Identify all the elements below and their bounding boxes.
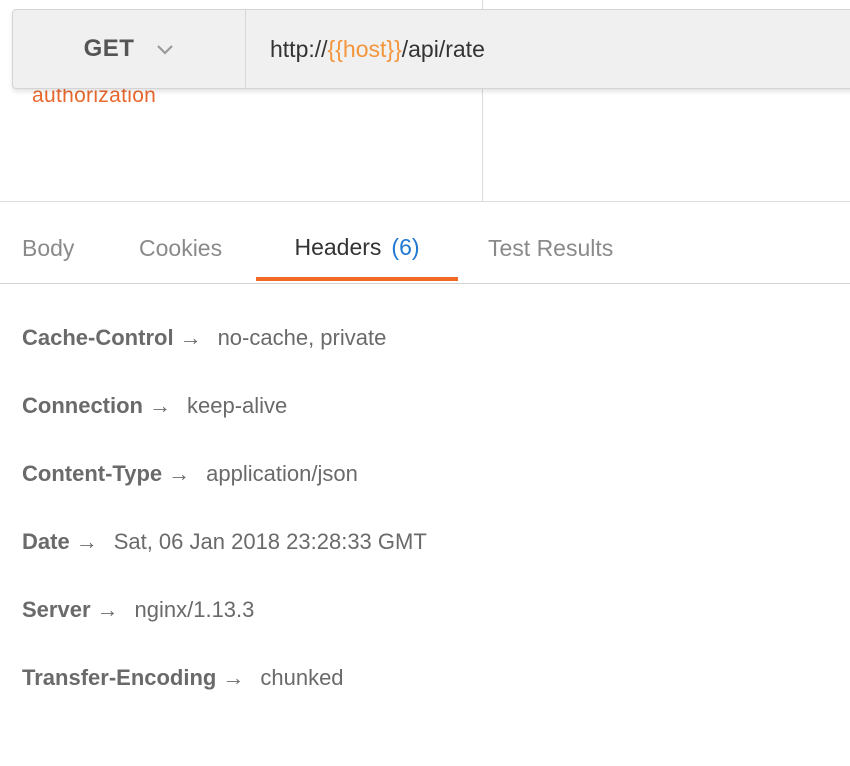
header-key: Date <box>22 529 70 554</box>
arrow-right-icon: → <box>149 393 171 418</box>
header-key: Connection <box>22 393 143 418</box>
arrow-right-icon: → <box>179 325 202 350</box>
header-value: Sat, 06 Jan 2018 23:28:33 GMT <box>113 529 427 554</box>
chevron-down-icon <box>156 43 174 55</box>
header-row: Cache-Control → no-cache, private <box>22 316 822 384</box>
method-dropdown[interactable]: GET <box>13 10 246 88</box>
header-row: Server → nginx/1.13.3 <box>22 588 822 656</box>
header-value: nginx/1.13.3 <box>134 597 255 622</box>
arrow-right-icon: → <box>75 529 98 554</box>
request-url-bar: GET http://{{host}}/api/rate <box>12 9 850 89</box>
url-suffix: /api/rate <box>401 35 485 62</box>
header-row: Connection → keep-alive <box>22 384 822 452</box>
tab-cookies[interactable]: Cookies <box>139 217 222 279</box>
tab-body[interactable]: Body <box>22 217 74 279</box>
arrow-right-icon: → <box>96 597 119 622</box>
arrow-right-icon: → <box>222 665 245 690</box>
tab-headers[interactable]: Headers (6) <box>256 217 458 281</box>
url-input[interactable]: http://{{host}}/api/rate <box>246 10 850 88</box>
response-headers-list: Cache-Control → no-cache, private Connec… <box>22 316 822 724</box>
postman-window: authorization GET http://{{host}}/api/ra… <box>0 0 850 766</box>
header-key: Transfer-Encoding <box>22 665 217 690</box>
arrow-right-icon: → <box>168 461 191 486</box>
tab-test-results[interactable]: Test Results <box>488 217 613 279</box>
header-key: Content-Type <box>22 461 163 486</box>
header-value: application/json <box>206 461 358 486</box>
header-key: Cache-Control <box>22 325 174 350</box>
tab-label: Test Results <box>488 234 614 261</box>
url-variable: {{host}} <box>327 35 402 62</box>
url-prefix: http:// <box>270 35 328 62</box>
header-value: no-cache, private <box>217 325 387 350</box>
method-label: GET <box>83 35 135 62</box>
header-row: Date → Sat, 06 Jan 2018 23:28:33 GMT <box>22 520 822 588</box>
header-key: Server <box>22 597 91 622</box>
header-row: Transfer-Encoding → chunked <box>22 656 822 724</box>
header-value: keep-alive <box>187 393 288 418</box>
headers-count-badge: (6) <box>391 233 420 260</box>
tab-label: Headers <box>294 233 382 260</box>
tab-label: Cookies <box>139 234 223 261</box>
response-tabs: Body Cookies Headers (6) Test Results <box>0 217 850 284</box>
tab-label: Body <box>22 234 75 261</box>
header-value: chunked <box>260 665 344 690</box>
header-row: Content-Type → application/json <box>22 452 822 520</box>
